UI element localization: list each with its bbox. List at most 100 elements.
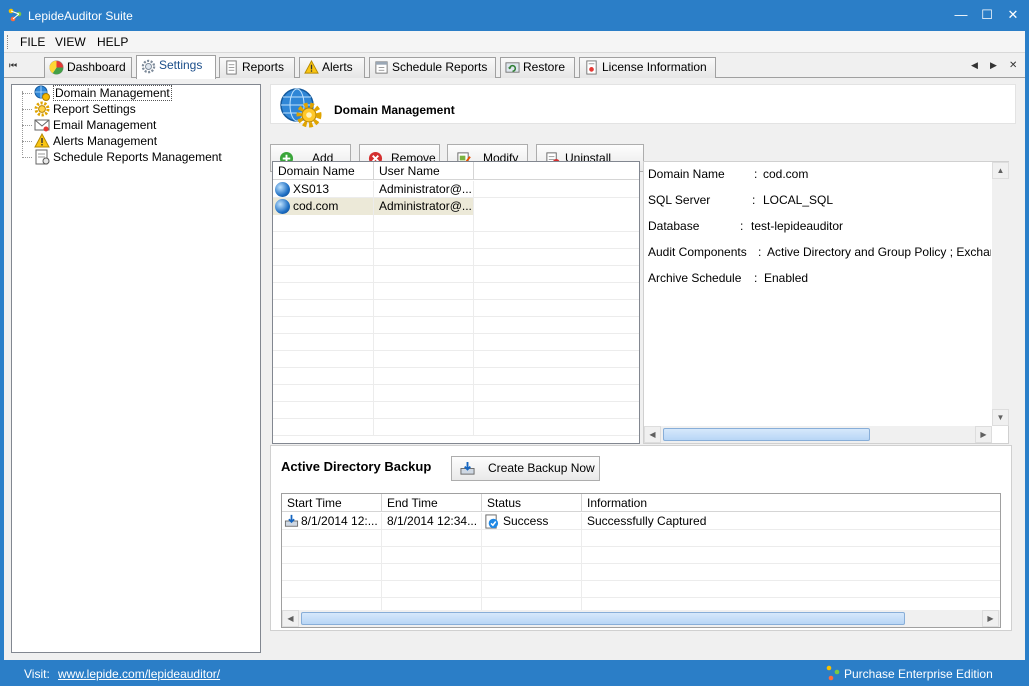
empty-cell [273,266,374,283]
purchase-link[interactable]: Purchase Enterprise Edition [844,667,993,681]
detail-key: Database [648,219,700,233]
column-status[interactable]: Status [482,494,582,512]
empty-row [273,334,639,351]
tab-reports[interactable]: Reports [219,57,295,78]
tab-close-icon[interactable]: ✕ [1009,60,1017,71]
empty-cell [273,300,374,317]
empty-cell [474,351,639,368]
app-logo-icon [8,8,22,22]
tab-restore[interactable]: Restore [500,57,575,78]
empty-cell [582,530,1000,547]
empty-row [273,402,639,419]
empty-cell [273,232,374,249]
backup-row[interactable]: 8/1/2014 12:... 8/1/2014 12:34... Succes… [282,513,1000,530]
tab-label: Dashboard [67,60,126,74]
detail-colon: : [754,167,758,181]
column-information[interactable]: Information [582,494,1000,512]
empty-cell [282,564,382,581]
backup-grid-header: Start Time End Time Status Information [282,494,1000,512]
empty-cell [582,581,1000,598]
scroll-up-icon[interactable]: ▲ [992,162,1009,179]
gear-icon [34,101,50,117]
purchase-icon [826,665,840,681]
menu-file[interactable]: FILE [20,35,45,49]
empty-cell [474,181,639,198]
tab-settings[interactable]: Settings [136,55,216,79]
empty-row [273,351,639,368]
visit-label: Visit: [24,667,50,681]
scroll-thumb[interactable] [663,428,870,441]
menu-view[interactable]: VIEW [55,35,86,49]
domain-cell: cod.com [273,198,374,215]
table-row[interactable]: XS013 Administrator@... [273,181,639,198]
scroll-down-icon[interactable]: ▼ [992,409,1009,426]
start-time: 8/1/2014 12:... [301,514,378,528]
tab-label: Schedule Reports [392,60,488,74]
empty-cell [474,368,639,385]
detail-value: LOCAL_SQL [763,193,834,207]
empty-cell [474,283,639,300]
empty-cell [482,581,582,598]
details-vertical-scrollbar[interactable]: ▲ ▼ [992,162,1009,426]
license-icon [586,60,597,75]
empty-cell [282,530,382,547]
empty-cell [482,530,582,547]
domain-cell: XS013 [273,181,374,198]
details-horizontal-scrollbar[interactable]: ◀ ▶ [644,426,992,443]
status-cell: Success [482,513,582,530]
tab-alerts[interactable]: Alerts [299,57,365,78]
create-backup-button[interactable]: Create Backup Now [451,456,600,481]
column-filler [474,162,639,180]
tab-first-icon[interactable]: ⏮ [9,60,17,71]
empty-cell [273,249,374,266]
empty-cell [273,419,374,436]
empty-cell [474,334,639,351]
main-window: FILE VIEW HELP ⏮ Dashboard Settings Repo… [4,31,1025,660]
tab-label: Alerts [322,60,353,74]
column-user-name[interactable]: User Name [374,162,474,180]
empty-row [282,547,1000,564]
empty-cell [474,215,639,232]
detail-value: Active Directory and Group Policy ; Exch… [767,245,991,259]
empty-row [273,300,639,317]
empty-cell [282,581,382,598]
empty-row [273,419,639,436]
scroll-left-icon[interactable]: ◀ [282,610,299,627]
tab-prev-icon[interactable]: ◀ [971,60,978,71]
tree-label: Alerts Management [53,134,158,148]
empty-cell [374,402,474,419]
scroll-right-icon[interactable]: ▶ [975,426,992,443]
close-button[interactable]: ✕ [1002,6,1024,24]
title-bar: LepideAuditor Suite — ☐ ✕ [0,0,1029,31]
backup-grid: Start Time End Time Status Information 8… [281,493,1001,628]
start-cell: 8/1/2014 12:... [282,513,382,530]
tab-next-icon[interactable]: ▶ [990,60,997,71]
tab-schedule-reports[interactable]: Schedule Reports [369,57,496,78]
empty-cell [273,215,374,232]
detail-value: cod.com [763,167,809,181]
column-end-time[interactable]: End Time [382,494,482,512]
menu-grip [7,35,10,49]
backup-horizontal-scrollbar[interactable]: ◀ ▶ [282,610,1000,627]
settings-tree: Domain Management Report Settings Email … [11,84,261,653]
empty-cell [382,547,482,564]
backup-icon [460,461,475,475]
website-link[interactable]: www.lepide.com/lepideauditor/ [58,667,220,681]
scroll-right-icon[interactable]: ▶ [982,610,999,627]
empty-cell [374,215,474,232]
maximize-button[interactable]: ☐ [976,6,998,24]
warning-icon [34,133,50,148]
column-domain-name[interactable]: Domain Name [273,162,374,180]
empty-cell [474,232,639,249]
column-start-time[interactable]: Start Time [282,494,382,512]
minimize-button[interactable]: — [950,6,972,24]
tab-dashboard[interactable]: Dashboard [44,57,132,78]
tab-license-information[interactable]: License Information [579,57,716,78]
scroll-thumb[interactable] [301,612,905,625]
table-row-selected[interactable]: cod.com Administrator@... [273,198,639,215]
scroll-left-icon[interactable]: ◀ [644,426,661,443]
reports-icon [226,60,237,75]
end-cell: 8/1/2014 12:34... [382,513,482,530]
menu-help[interactable]: HELP [97,35,128,49]
empty-cell [382,581,482,598]
